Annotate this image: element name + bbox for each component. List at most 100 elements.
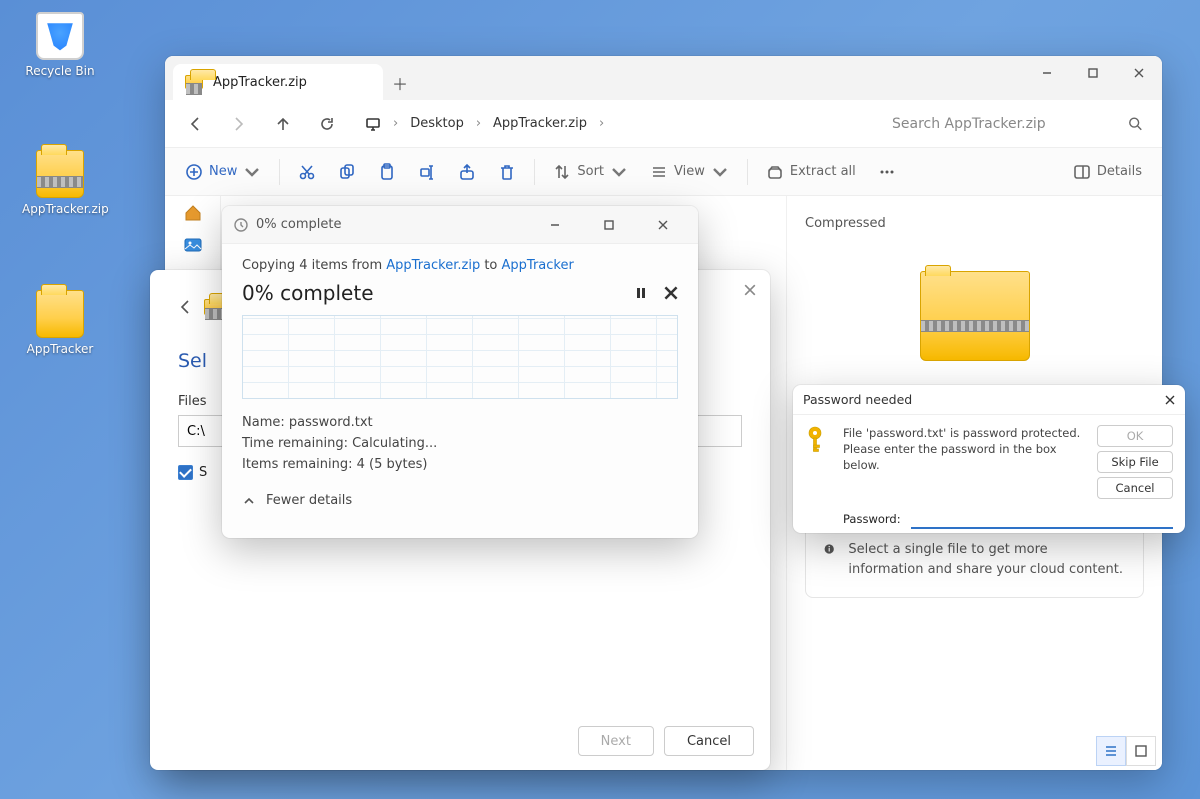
new-tab-button[interactable]: ＋ [383, 66, 417, 100]
breadcrumb-desktop[interactable]: Desktop [404, 106, 470, 142]
password-input[interactable] [911, 509, 1173, 529]
column-header-compressed[interactable]: Compressed [805, 216, 1144, 231]
password-buttons: OK Skip File Cancel [1097, 425, 1173, 499]
close-button[interactable] [640, 208, 686, 242]
skip-file-button[interactable]: Skip File [1097, 451, 1173, 473]
zip-folder-icon [185, 75, 203, 89]
plus-circle-icon [185, 163, 203, 181]
nav-back-button[interactable] [175, 106, 215, 142]
password-titlebar: Password needed [793, 385, 1185, 415]
nav-up-button[interactable] [263, 106, 303, 142]
search-box[interactable] [882, 107, 1152, 141]
message-line: Please enter the password in the box bel… [843, 441, 1085, 473]
window-controls [1024, 56, 1162, 90]
more-button[interactable] [870, 156, 904, 188]
checkbox-checked-icon[interactable] [178, 465, 193, 480]
pause-button[interactable] [634, 286, 648, 300]
fewer-details-label: Fewer details [266, 493, 352, 508]
divider [747, 159, 748, 185]
breadcrumb-root[interactable] [359, 106, 387, 142]
progress-titlebar: 0% complete [222, 206, 698, 244]
maximize-button[interactable] [1070, 56, 1116, 90]
tab-close-button[interactable] [349, 71, 371, 93]
button-label: Extract all [790, 164, 856, 179]
copying-status: Copying 4 items from AppTracker.zip to A… [242, 258, 678, 273]
zip-folder-icon [36, 150, 84, 198]
chevron-right-icon: › [597, 116, 606, 131]
copy-icon [338, 163, 356, 181]
new-button[interactable]: New [177, 156, 269, 188]
desktop-icon-folder[interactable]: AppTracker [22, 290, 98, 356]
clipboard-icon [378, 163, 396, 181]
password-label: Password: [843, 512, 901, 526]
details-view-toggle[interactable] [1096, 736, 1126, 766]
source-link[interactable]: AppTracker.zip [386, 258, 480, 273]
message-line: File 'password.txt' is password protecte… [843, 425, 1085, 441]
sort-icon [553, 163, 571, 181]
close-button[interactable] [1165, 395, 1175, 405]
home-icon[interactable] [183, 204, 203, 222]
delete-button[interactable] [490, 156, 524, 188]
chevron-right-icon: › [391, 116, 400, 131]
search-icon [1128, 116, 1142, 131]
divider [534, 159, 535, 185]
chevron-down-icon [243, 163, 261, 181]
rename-icon [418, 163, 436, 181]
time-remaining-line: Time remaining: Calculating... [242, 434, 678, 455]
chevron-right-icon: › [474, 116, 483, 131]
info-icon [824, 540, 834, 558]
rename-button[interactable] [410, 156, 444, 188]
name-line: Name: password.txt [242, 413, 678, 434]
desktop-icon-recycle-bin[interactable]: Recycle Bin [22, 12, 98, 78]
breadcrumb-label: Desktop [410, 116, 464, 131]
tab-apptracker[interactable]: AppTracker.zip [173, 64, 383, 100]
gallery-icon[interactable] [183, 236, 203, 254]
cancel-button[interactable]: Cancel [664, 726, 754, 756]
grid-icon [1134, 744, 1148, 758]
transfer-graph [242, 315, 678, 399]
minimize-button[interactable] [532, 208, 578, 242]
breadcrumb-zip[interactable]: AppTracker.zip [487, 106, 593, 142]
chevron-down-icon [610, 163, 628, 181]
share-icon [458, 163, 476, 181]
close-button[interactable] [744, 284, 756, 296]
cut-button[interactable] [290, 156, 324, 188]
arrow-left-icon[interactable] [178, 299, 194, 315]
cancel-button[interactable]: Cancel [1097, 477, 1173, 499]
desktop-icon-label: AppTracker [22, 342, 98, 356]
monitor-icon [365, 116, 381, 132]
scissors-icon [298, 163, 316, 181]
view-button[interactable]: View [642, 156, 737, 188]
minimize-button[interactable] [1024, 56, 1070, 90]
sort-button[interactable]: Sort [545, 156, 636, 188]
button-label: New [209, 164, 237, 179]
extract-icon [766, 163, 784, 181]
next-button[interactable]: Next [578, 726, 654, 756]
recycle-bin-icon [36, 12, 84, 60]
share-button[interactable] [450, 156, 484, 188]
search-input[interactable] [892, 116, 1128, 132]
button-label: View [674, 164, 705, 179]
cancel-button[interactable] [664, 286, 678, 300]
button-label: Sort [577, 164, 604, 179]
nav-refresh-button[interactable] [307, 106, 347, 142]
info-text: Select a single file to get more informa… [848, 540, 1125, 579]
icons-view-toggle[interactable] [1126, 736, 1156, 766]
copying-mid: to [480, 258, 501, 273]
list-icon [650, 163, 668, 181]
extract-all-button[interactable]: Extract all [758, 156, 864, 188]
chevron-up-icon [242, 495, 256, 507]
fewer-details-toggle[interactable]: Fewer details [242, 493, 678, 508]
nav-forward-button[interactable] [219, 106, 259, 142]
ellipsis-icon [878, 163, 896, 181]
maximize-button[interactable] [586, 208, 632, 242]
chevron-down-icon [711, 163, 729, 181]
destination-link[interactable]: AppTracker [502, 258, 574, 273]
close-button[interactable] [1116, 56, 1162, 90]
copy-button[interactable] [330, 156, 364, 188]
paste-button[interactable] [370, 156, 404, 188]
ok-button[interactable]: OK [1097, 425, 1173, 447]
details-pane-button[interactable]: Details [1065, 156, 1150, 188]
desktop-icon-zip[interactable]: AppTracker.zip [22, 150, 98, 216]
wizard-buttons: Next Cancel [578, 726, 754, 756]
